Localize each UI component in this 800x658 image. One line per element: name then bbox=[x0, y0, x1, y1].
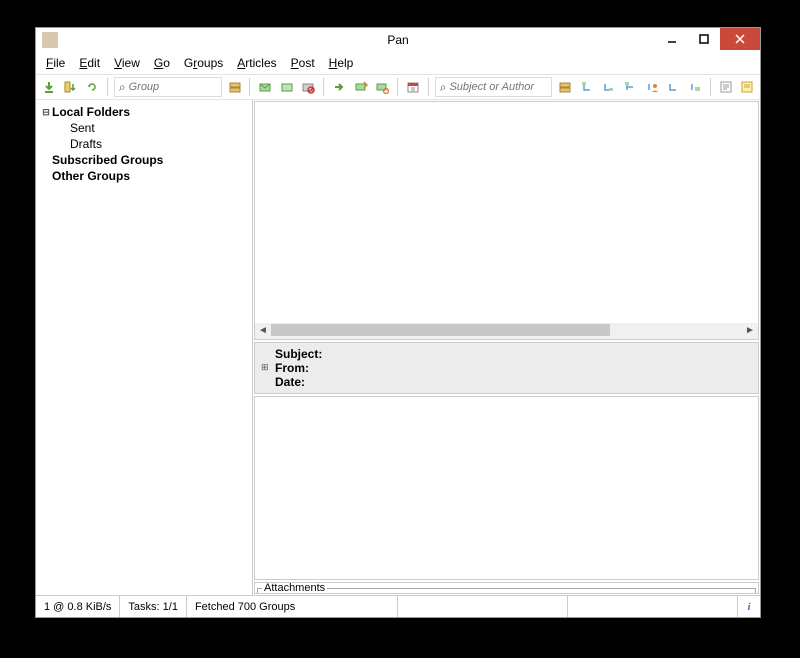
message-body[interactable] bbox=[254, 396, 759, 580]
attachments-label: Attachments bbox=[262, 582, 327, 594]
app-window: Pan File Edit View Go Groups Articles Po… bbox=[35, 27, 761, 618]
arrow-green-icon[interactable] bbox=[330, 78, 348, 96]
mail-refresh-icon[interactable] bbox=[374, 78, 392, 96]
tree-drafts[interactable]: Drafts bbox=[38, 136, 250, 152]
tree-label: Sent bbox=[70, 121, 95, 135]
menu-post[interactable]: Post bbox=[285, 54, 321, 72]
scroll-right-icon[interactable]: ► bbox=[742, 325, 758, 336]
group-search-input[interactable] bbox=[129, 81, 209, 93]
menubar: File Edit View Go Groups Articles Post H… bbox=[36, 52, 760, 74]
message-headers: Subject: ⊞From: Date: bbox=[254, 342, 759, 394]
header-subject-label: Subject: bbox=[275, 347, 322, 361]
text-view-icon[interactable] bbox=[717, 78, 735, 96]
tree-label: Drafts bbox=[70, 137, 102, 151]
thread-icon-5[interactable] bbox=[686, 78, 704, 96]
tree-label: Subscribed Groups bbox=[52, 153, 163, 167]
search-icon: ⌕ bbox=[440, 80, 447, 95]
scroll-thumb[interactable] bbox=[271, 324, 610, 336]
download-green-icon[interactable] bbox=[40, 78, 58, 96]
group-tree[interactable]: ⊟ Local Folders Sent Drafts Subscribed G… bbox=[36, 100, 253, 595]
toolbar: ⌕ ⌕ bbox=[36, 74, 760, 100]
maximize-button[interactable] bbox=[688, 28, 720, 50]
tree-label: Local Folders bbox=[52, 105, 130, 119]
menu-edit[interactable]: Edit bbox=[73, 54, 106, 72]
thread-icon-2[interactable] bbox=[600, 78, 618, 96]
stack-icon[interactable] bbox=[556, 78, 574, 96]
window-title: Pan bbox=[36, 28, 760, 52]
download-list-icon[interactable] bbox=[62, 78, 80, 96]
subject-search-input[interactable] bbox=[449, 81, 544, 93]
menu-view[interactable]: View bbox=[108, 54, 146, 72]
tree-subscribed-groups[interactable]: Subscribed Groups bbox=[38, 152, 250, 168]
thread-icon-1[interactable] bbox=[578, 78, 596, 96]
attachments-panel: Attachments bbox=[254, 582, 759, 594]
message-icon-2[interactable] bbox=[278, 78, 296, 96]
thread-user-icon[interactable] bbox=[643, 78, 661, 96]
info-icon[interactable]: i bbox=[738, 596, 760, 617]
close-button[interactable] bbox=[720, 28, 760, 50]
thread-icon-4[interactable] bbox=[665, 78, 683, 96]
scroll-left-icon[interactable]: ◄ bbox=[255, 325, 271, 336]
status-tasks[interactable]: Tasks: 1/1 bbox=[120, 596, 187, 617]
right-pane: ◄ ► Subject: ⊞From: Date: Attachments bbox=[253, 100, 760, 595]
minimize-button[interactable] bbox=[656, 28, 688, 50]
message-list[interactable]: ◄ ► bbox=[254, 101, 759, 340]
titlebar[interactable]: Pan bbox=[36, 28, 760, 52]
menu-go[interactable]: Go bbox=[148, 54, 176, 72]
tree-local-folders[interactable]: ⊟ Local Folders bbox=[38, 104, 250, 120]
horizontal-scrollbar[interactable]: ◄ ► bbox=[255, 323, 758, 339]
subject-search[interactable]: ⌕ bbox=[435, 77, 553, 97]
header-from-label: From: bbox=[275, 361, 309, 375]
group-search[interactable]: ⌕ bbox=[114, 77, 222, 97]
app-icon bbox=[42, 32, 58, 48]
collapse-icon[interactable]: ⊟ bbox=[40, 107, 52, 118]
menu-help[interactable]: Help bbox=[323, 54, 360, 72]
header-date-label: Date: bbox=[275, 375, 305, 389]
menu-groups[interactable]: Groups bbox=[178, 54, 229, 72]
tree-sent[interactable]: Sent bbox=[38, 120, 250, 136]
content-area: ⊟ Local Folders Sent Drafts Subscribed G… bbox=[36, 100, 760, 595]
message-icon-1[interactable] bbox=[256, 78, 274, 96]
status-message: Fetched 700 Groups bbox=[187, 596, 398, 617]
menu-articles[interactable]: Articles bbox=[231, 54, 282, 72]
status-speed: 1 @ 0.8 KiB/s bbox=[36, 596, 120, 617]
mail-forward-icon[interactable] bbox=[352, 78, 370, 96]
thread-icon-3[interactable] bbox=[621, 78, 639, 96]
expand-icon[interactable]: ⊞ bbox=[261, 362, 273, 373]
tree-other-groups[interactable]: Other Groups bbox=[38, 168, 250, 184]
tree-label: Other Groups bbox=[52, 169, 130, 183]
highlight-icon[interactable] bbox=[738, 78, 756, 96]
date-icon[interactable] bbox=[404, 78, 422, 96]
refresh-icon[interactable] bbox=[83, 78, 101, 96]
server-icon[interactable] bbox=[226, 78, 244, 96]
search-icon: ⌕ bbox=[119, 80, 126, 95]
menu-file[interactable]: File bbox=[40, 54, 71, 72]
statusbar: 1 @ 0.8 KiB/s Tasks: 1/1 Fetched 700 Gro… bbox=[36, 595, 760, 617]
status-empty-2 bbox=[568, 596, 738, 617]
message-blocked-icon[interactable] bbox=[300, 78, 318, 96]
status-empty-1 bbox=[398, 596, 568, 617]
